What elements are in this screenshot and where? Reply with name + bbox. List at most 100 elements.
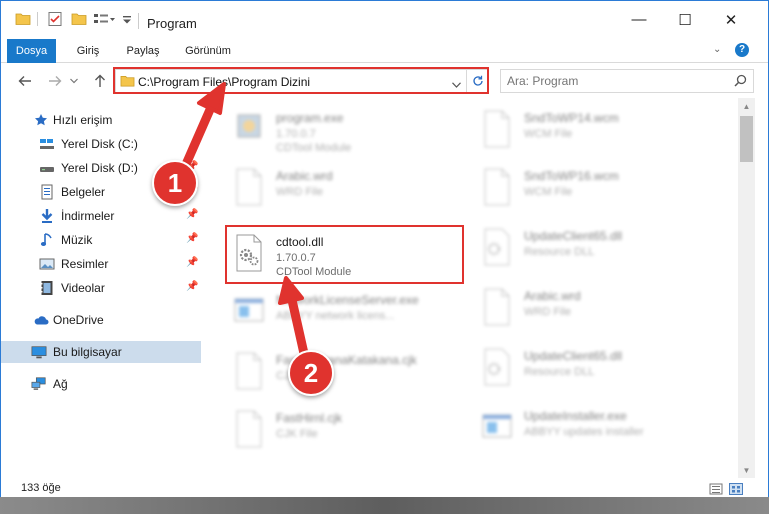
vertical-scrollbar[interactable]: ▲ ▼ <box>738 98 755 478</box>
file-item[interactable]: SndToWP16.wcm WCM File <box>476 161 716 217</box>
file-version: 1.70.0.7 <box>276 128 316 140</box>
explorer-window: Program — ☐ ✕ Dosya Giriş Paylaş Görünüm… <box>0 0 769 514</box>
tab-share[interactable]: Paylaş <box>117 39 169 63</box>
file-item[interactable]: NetworkLicenseServer.exe ABBYY network l… <box>228 285 468 341</box>
application-file-icon <box>232 291 266 331</box>
sidebar-item-label: Resimler <box>61 257 109 271</box>
ribbon-tabs: Dosya Giriş Paylaş Görünüm ⌄ ? <box>1 39 768 63</box>
new-folder-icon[interactable] <box>71 11 87 29</box>
title-bar: Program — ☐ ✕ <box>1 1 768 38</box>
details-view-icon[interactable] <box>709 483 723 498</box>
document-file-icon <box>232 409 266 449</box>
customize-toolbar-icon[interactable] <box>122 14 132 32</box>
pin-icon[interactable]: 📌 <box>186 233 198 244</box>
file-item[interactable]: FastHirnl.cjk CJK File <box>228 403 468 459</box>
file-name: program.exe <box>276 111 344 125</box>
pin-icon[interactable]: 📌 <box>186 281 198 292</box>
file-type: ABBYY updates installer <box>524 426 644 438</box>
file-item[interactable]: UpdateClient65.dll Resource DLL <box>476 221 716 277</box>
pin-icon[interactable]: 📌 <box>186 209 198 220</box>
file-item[interactable]: SndToWP14.wcm WCM File <box>476 103 716 159</box>
recent-locations-icon[interactable] <box>67 70 81 92</box>
tab-home[interactable]: Giriş <box>63 39 113 63</box>
dll-gear-icon <box>480 347 514 387</box>
file-type: WCM File <box>524 186 573 198</box>
back-arrow-icon[interactable] <box>15 70 35 92</box>
quick-access-divider <box>37 12 38 26</box>
file-item[interactable]: UpdateClient65.dll Resource DLL <box>476 341 716 397</box>
file-item[interactable]: Arabic.wrd WRD File <box>476 281 716 337</box>
network-icon <box>31 376 47 392</box>
music-icon <box>39 232 55 248</box>
scroll-down-icon[interactable]: ▼ <box>738 462 755 478</box>
sidebar-item-this-pc[interactable]: Bu bilgisayar <box>1 341 201 363</box>
file-name: UpdateClient65.dll <box>524 229 623 243</box>
properties-icon[interactable] <box>47 11 63 29</box>
step-two-badge: 2 <box>288 350 334 396</box>
computer-icon <box>31 344 47 360</box>
file-name: UpdateInstaller.exe <box>524 409 627 423</box>
file-name: FastHirnl.cjk <box>276 411 343 425</box>
sidebar-item-network[interactable]: Ağ <box>1 373 201 395</box>
file-item[interactable]: FastHiraganaKatakana.cjk CJK File <box>228 345 468 401</box>
sidebar-item-label: Müzik <box>61 233 93 247</box>
address-highlight-box <box>113 67 489 94</box>
file-name: SndToWP14.wcm <box>524 111 619 125</box>
file-highlight-box <box>225 225 464 284</box>
sidebar-item-label: Belgeler <box>61 185 106 199</box>
application-file-icon <box>480 407 514 447</box>
forward-arrow-icon[interactable] <box>45 70 65 92</box>
scroll-up-icon[interactable]: ▲ <box>738 98 755 114</box>
maximize-button[interactable]: ☐ <box>662 1 708 38</box>
file-name: NetworkLicenseServer.exe <box>276 293 419 307</box>
sidebar-item-downloads[interactable]: İndirmeler 📌 <box>1 205 201 227</box>
dll-gear-icon <box>480 227 514 267</box>
pin-icon[interactable]: 📌 <box>186 257 198 268</box>
file-type: Resource DLL <box>524 366 595 378</box>
expand-ribbon-icon[interactable]: ⌄ <box>713 44 721 55</box>
file-name: Arabic.wrd <box>524 289 581 303</box>
close-button[interactable]: ✕ <box>708 1 754 38</box>
file-item[interactable]: UpdateInstaller.exe ABBYY updates instal… <box>476 401 716 457</box>
sidebar-item-label: Videolar <box>61 281 105 295</box>
help-icon[interactable]: ? <box>735 43 749 57</box>
large-icons-view-icon[interactable] <box>729 483 743 498</box>
sidebar-item-videos[interactable]: Videolar 📌 <box>1 277 201 299</box>
scroll-thumb[interactable] <box>740 116 753 162</box>
view-options-icon[interactable] <box>93 11 115 29</box>
tab-view[interactable]: Görünüm <box>175 39 241 63</box>
up-arrow-icon[interactable] <box>90 70 110 92</box>
video-icon <box>39 280 55 296</box>
search-input[interactable] <box>507 73 727 89</box>
document-file-icon <box>480 109 514 149</box>
minimize-button[interactable]: — <box>616 1 662 38</box>
document-file-icon <box>232 351 266 391</box>
file-name: Arabic.wrd <box>276 169 333 183</box>
sidebar-item-label: İndirmeler <box>61 209 115 223</box>
documents-icon <box>39 184 55 200</box>
status-bar: 133 öğe <box>1 478 768 498</box>
item-count: 133 öğe <box>21 482 61 494</box>
file-item[interactable]: Arabic.wrd WRD File <box>228 161 468 217</box>
sidebar-item-onedrive[interactable]: OneDrive <box>1 309 201 331</box>
drive-icon <box>39 136 55 152</box>
folder-icon <box>15 11 31 29</box>
file-item[interactable]: program.exe 1.70.0.7 CDTool Module <box>228 103 468 159</box>
cloud-icon <box>33 312 49 328</box>
sidebar-item-pictures[interactable]: Resimler 📌 <box>1 253 201 275</box>
document-file-icon <box>232 167 266 207</box>
sidebar-item-local-disk-c[interactable]: Yerel Disk (C:) <box>1 133 201 155</box>
sidebar-item-music[interactable]: Müzik 📌 <box>1 229 201 251</box>
window-title: Program <box>147 16 197 31</box>
download-icon <box>39 208 55 224</box>
sidebar-item-quick-access[interactable]: Hızlı erişim <box>1 109 201 131</box>
sidebar-item-label: Hızlı erişim <box>53 113 113 127</box>
file-type: WRD File <box>276 186 324 198</box>
file-name: SndToWP16.wcm <box>524 169 619 183</box>
search-box[interactable] <box>500 69 754 93</box>
file-type: CJK File <box>276 428 318 440</box>
search-icon[interactable] <box>734 74 747 90</box>
tab-file[interactable]: Dosya <box>7 39 56 63</box>
document-file-icon <box>480 167 514 207</box>
desktop-background <box>0 497 769 514</box>
